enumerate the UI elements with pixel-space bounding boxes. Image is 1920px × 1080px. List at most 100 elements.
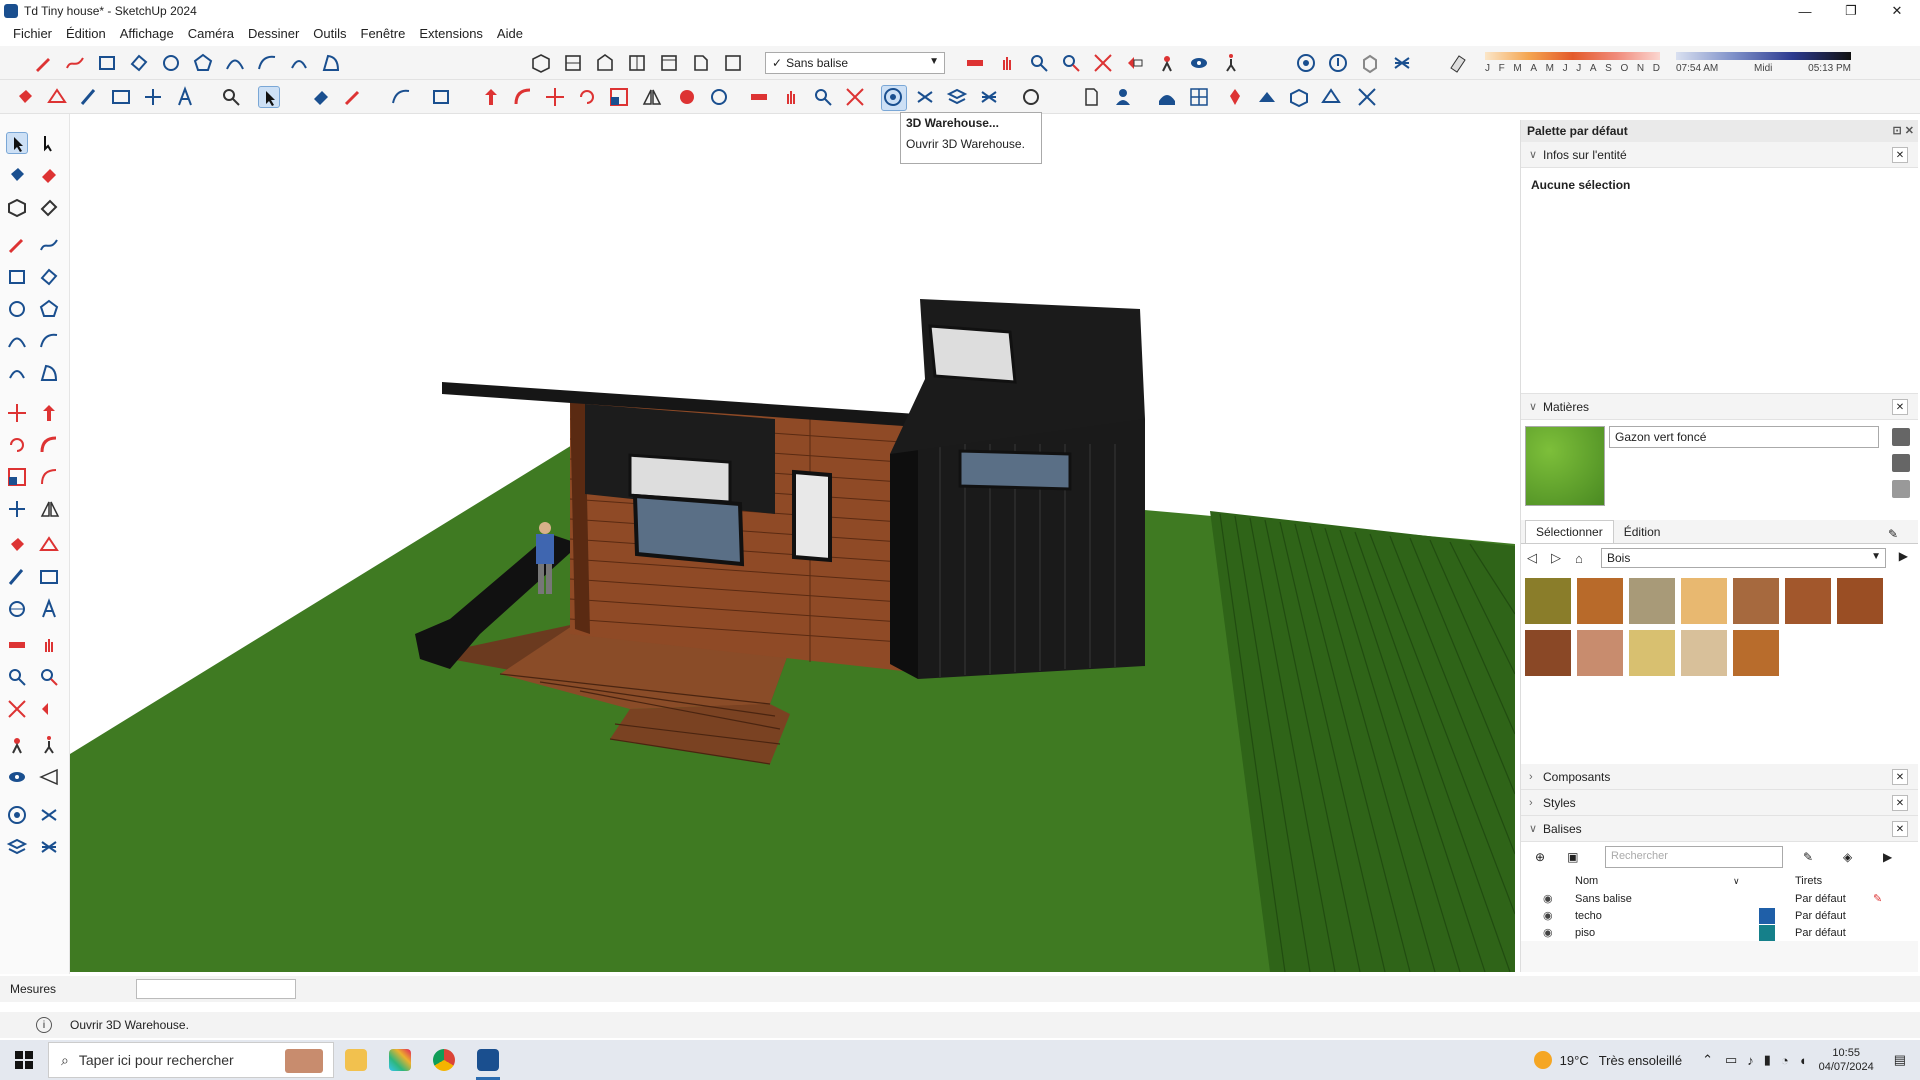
menu-fenetre[interactable]: Fenêtre — [361, 26, 406, 41]
tag-select[interactable]: ✓ Sans balise ▼ — [765, 52, 945, 74]
pan-3-icon[interactable] — [38, 634, 60, 656]
tape-measure-icon[interactable] — [78, 86, 100, 108]
layers-2-icon[interactable] — [6, 836, 28, 858]
axes-icon[interactable] — [142, 86, 164, 108]
three-point-arc-icon[interactable] — [288, 52, 310, 74]
col-dash[interactable]: Tirets — [1795, 875, 1822, 887]
arc-3-icon[interactable] — [38, 330, 60, 352]
sandbox-2-icon[interactable] — [38, 534, 60, 556]
forward-icon[interactable]: ▷ — [1551, 550, 1569, 566]
material-swatch[interactable] — [1681, 630, 1727, 676]
chrome-icon[interactable] — [422, 1040, 466, 1080]
slack-icon[interactable] — [378, 1040, 422, 1080]
share-model-2-icon[interactable] — [914, 86, 936, 108]
tag-color-swatch[interactable] — [1759, 924, 1775, 941]
position-camera-icon[interactable] — [1156, 52, 1178, 74]
pan-icon[interactable] — [996, 52, 1018, 74]
freehand-2-icon[interactable] — [38, 234, 60, 256]
chevron-up-icon[interactable]: ⌃ — [1702, 1052, 1713, 1068]
arc-2-icon[interactable] — [6, 330, 28, 352]
rotate-2-icon[interactable] — [6, 434, 28, 456]
pin-icon[interactable]: ⊡ ✕ — [1893, 124, 1915, 137]
tab-edit[interactable]: Édition — [1614, 521, 1671, 543]
scale-2-icon[interactable] — [6, 466, 28, 488]
tag-details-icon[interactable]: ▶ — [1883, 850, 1892, 864]
offset-2-icon[interactable] — [38, 466, 60, 488]
back-view-icon[interactable] — [658, 52, 680, 74]
arc-icon[interactable] — [224, 52, 246, 74]
notifications-icon[interactable]: ▤ — [1894, 1052, 1906, 1068]
taskbar-search[interactable]: ⌕ Taper ici pour rechercher — [48, 1042, 334, 1078]
arc-4-icon[interactable] — [6, 362, 28, 384]
tag-color-swatch[interactable] — [1759, 907, 1775, 924]
extension-warehouse-icon[interactable] — [1391, 52, 1413, 74]
taskbar-clock[interactable]: 10:55 04/07/2024 — [1819, 1046, 1874, 1074]
material-swatch[interactable] — [1837, 578, 1883, 624]
month-slider-bar[interactable] — [1485, 52, 1660, 60]
text-icon[interactable] — [110, 86, 132, 108]
add-detail-icon[interactable] — [1288, 86, 1310, 108]
shape-tool-icon[interactable] — [430, 86, 452, 108]
previous-view-icon[interactable] — [1124, 52, 1146, 74]
maximize-button[interactable]: ❐ — [1828, 0, 1874, 22]
paint-bucket-icon[interactable] — [14, 86, 36, 108]
paint-2-icon[interactable] — [6, 534, 28, 556]
freehand-icon[interactable] — [64, 52, 86, 74]
pencil-icon[interactable]: ✎ — [1873, 892, 1882, 905]
material-swatch[interactable] — [1733, 630, 1779, 676]
info-icon[interactable]: i — [36, 1017, 52, 1033]
material-swatch[interactable] — [1785, 578, 1831, 624]
tag-row[interactable]: ◉ techo Par défaut — [1521, 907, 1918, 924]
paint-bucket-icon[interactable] — [1892, 454, 1910, 472]
component-icon[interactable] — [6, 196, 28, 218]
current-material-swatch[interactable] — [1525, 426, 1605, 506]
month-slider[interactable]: J F M A M J J A S O N D — [1485, 52, 1660, 76]
material-swatch[interactable] — [1577, 578, 1623, 624]
bottom-view-icon[interactable] — [722, 52, 744, 74]
library-select[interactable]: Bois ▼ — [1601, 548, 1886, 568]
material-swatch[interactable] — [1525, 578, 1571, 624]
flip-edge-icon[interactable] — [1320, 86, 1342, 108]
warehouse-2-icon[interactable] — [6, 804, 28, 826]
menu-edition[interactable]: Édition — [66, 26, 106, 41]
materials-section[interactable]: ∨ Matières ✕ — [1521, 394, 1918, 420]
tags-section[interactable]: ∨ Balises ✕ — [1521, 816, 1918, 842]
pie-2-icon[interactable] — [38, 362, 60, 384]
share-model-icon[interactable] — [1327, 52, 1349, 74]
eye-icon[interactable]: ◉ — [1543, 892, 1553, 905]
3d-text-2-icon[interactable] — [38, 598, 60, 620]
close-icon[interactable]: ✕ — [1892, 795, 1908, 811]
time-slider-bar[interactable] — [1676, 52, 1851, 60]
weather-widget[interactable]: 19°C Très ensoleillé — [1533, 1051, 1682, 1069]
microphone-icon[interactable]: ♪ — [1747, 1053, 1754, 1068]
look-around-2-icon[interactable] — [6, 766, 28, 788]
share-component-icon[interactable] — [1359, 52, 1381, 74]
camera-icon[interactable] — [6, 734, 28, 756]
zoom-window-icon[interactable] — [1060, 52, 1082, 74]
move-2-icon[interactable] — [6, 402, 28, 424]
network-icon[interactable]: ◔ — [1781, 1053, 1789, 1068]
axes-2-icon[interactable] — [6, 498, 28, 520]
time-slider[interactable]: 07:54 AM Midi 05:13 PM — [1676, 52, 1851, 76]
material-name-field[interactable]: Gazon vert foncé — [1609, 426, 1879, 448]
pan-2-icon[interactable] — [780, 86, 802, 108]
windows-start-icon[interactable] — [0, 1040, 48, 1080]
new-file-icon[interactable] — [1080, 86, 1102, 108]
left-view-icon[interactable] — [690, 52, 712, 74]
select-icon[interactable] — [6, 132, 28, 154]
front-view-icon[interactable] — [594, 52, 616, 74]
create-material-icon[interactable] — [1892, 428, 1910, 446]
push-pull-icon[interactable] — [480, 86, 502, 108]
shadows-icon[interactable] — [1447, 52, 1469, 74]
add-tag-icon[interactable]: ⊕ — [1535, 850, 1545, 864]
3d-warehouse-icon[interactable] — [881, 85, 907, 111]
close-icon[interactable]: ✕ — [1892, 399, 1908, 415]
material-swatch[interactable] — [1525, 630, 1571, 676]
3d-viewport[interactable] — [70, 114, 1515, 972]
walk-icon[interactable] — [1220, 52, 1242, 74]
volume-icon[interactable]: ◖ — [1799, 1053, 1807, 1068]
tag-row[interactable]: ◉ piso Par défaut — [1521, 924, 1918, 941]
lasso-icon[interactable] — [38, 132, 60, 154]
zoom-3-icon[interactable] — [6, 666, 28, 688]
scale-icon[interactable] — [608, 86, 630, 108]
